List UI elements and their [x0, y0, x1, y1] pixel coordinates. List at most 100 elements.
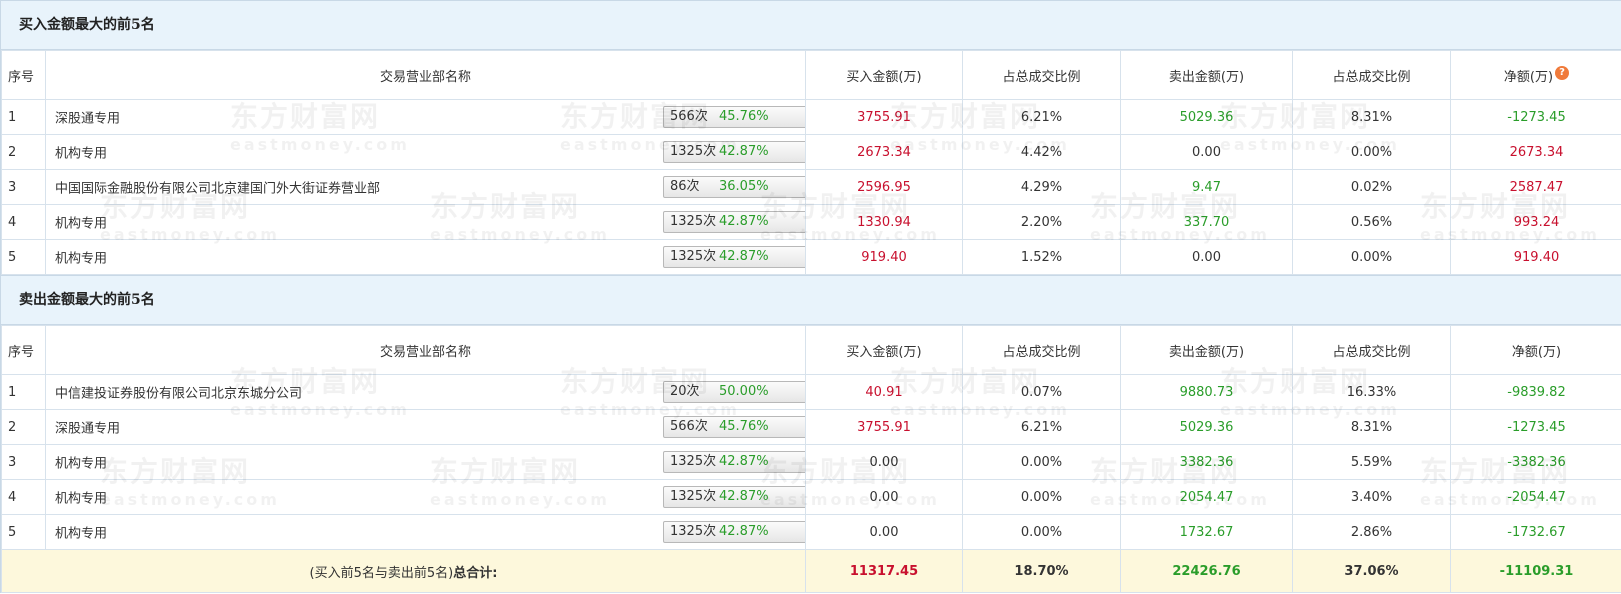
buy-table-header: 序号 交易营业部名称 买入金额(万) 占总成交比例 卖出金额(万) 占总成交比例… [1, 50, 1621, 100]
appearance-count: 1325次 [670, 214, 717, 229]
row-index: 2 [1, 134, 46, 170]
broker-name[interactable]: 机构专用 [55, 213, 107, 232]
net-amount: -1732.67 [1450, 514, 1621, 550]
header-buy-ratio: 占总成交比例 [962, 50, 1121, 100]
buy-ratio: 4.29% [962, 169, 1121, 205]
row-index: 1 [1, 374, 46, 410]
win-rate: 50.00% [719, 384, 769, 399]
broker-stats-button[interactable]: 1325次 42.87% [663, 141, 805, 163]
win-rate: 45.76% [719, 419, 769, 434]
broker-stats-button[interactable]: 1325次 42.87% [663, 486, 805, 508]
sell-amount: 0.00 [1120, 239, 1293, 275]
buy-amount: 2673.34 [805, 134, 963, 170]
row-index: 3 [1, 444, 46, 480]
appearance-count: 86次 [670, 179, 700, 194]
header-sell: 卖出金额(万) [1120, 50, 1293, 100]
sell-amount: 1732.67 [1120, 514, 1293, 550]
table-row: 2 机构专用 1325次 42.87% 2673.34 4.42% 0.00 0.00% 267… [1, 134, 1621, 170]
broker-stats-button[interactable]: 86次 36.05% [663, 176, 805, 198]
broker-name-cell: 中国国际金融股份有限公司北京建国门外大街证券营业部 86次 36.05% [45, 169, 806, 205]
appearance-count: 566次 [670, 419, 708, 434]
row-index: 5 [1, 514, 46, 550]
sell-amount: 337.70 [1120, 204, 1293, 240]
broker-name-cell: 机构专用 1325次 42.87% [45, 479, 806, 515]
sell-amount: 3382.36 [1120, 444, 1293, 480]
buy-ratio: 6.21% [962, 99, 1121, 135]
win-rate: 42.87% [719, 144, 769, 159]
broker-name-cell: 深股通专用 566次45.76%? [45, 99, 806, 135]
total-sell: 22426.76 [1120, 549, 1293, 593]
header-net: 净额(万)? [1450, 50, 1621, 100]
lhb-page: 买入金额最大的前5名 序号 交易营业部名称 买入金额(万) 占总成交比例 卖出金… [0, 0, 1621, 593]
buy-table: 序号 交易营业部名称 买入金额(万) 占总成交比例 卖出金额(万) 占总成交比例… [1, 50, 1621, 275]
header-sell-ratio: 占总成交比例 [1292, 325, 1451, 375]
table-row: 4 机构专用 1325次 42.87% 1330.94 2.20% 337.70 0.56% 9… [1, 204, 1621, 240]
header-buy: 买入金额(万) [805, 50, 963, 100]
sell-amount: 5029.36 [1120, 409, 1293, 445]
appearance-count: 566次 [670, 109, 708, 124]
sell-ratio: 3.40% [1292, 479, 1451, 515]
win-rate: 42.87% [719, 214, 769, 229]
sell-ratio: 5.59% [1292, 444, 1451, 480]
net-amount: 2587.47 [1450, 169, 1621, 205]
buy-amount: 919.40 [805, 239, 963, 275]
sell-ratio: 0.56% [1292, 204, 1451, 240]
broker-stats-button[interactable]: 1325次 42.87% [663, 521, 805, 543]
appearance-count: 20次 [670, 384, 700, 399]
header-buy: 买入金额(万) [805, 325, 963, 375]
table-row: 3 中国国际金融股份有限公司北京建国门外大街证券营业部 86次 36.05% 2596.… [1, 169, 1621, 205]
total-sell-ratio: 37.06% [1292, 549, 1451, 593]
sell-ratio: 16.33% [1292, 374, 1451, 410]
broker-name[interactable]: 中信建投证券股份有限公司北京东城分公司 [55, 383, 302, 402]
broker-name-cell: 深股通专用 566次 45.76% [45, 409, 806, 445]
broker-name[interactable]: 机构专用 [55, 453, 107, 472]
broker-stats-button[interactable]: 566次 45.76% [663, 416, 805, 438]
broker-name[interactable]: 机构专用 [55, 248, 107, 267]
broker-stats-button[interactable]: 1325次 42.87% [663, 211, 805, 233]
broker-stats-button[interactable]: 1325次 42.87% [663, 451, 805, 473]
broker-name[interactable]: 深股通专用 [55, 108, 120, 127]
help-question-icon[interactable]: ? [1555, 65, 1570, 80]
row-index: 3 [1, 169, 46, 205]
broker-name[interactable]: 机构专用 [55, 143, 107, 162]
win-rate: 42.87% [719, 524, 769, 539]
buy-ratio: 0.00% [962, 514, 1121, 550]
win-rate: 42.87% [719, 249, 769, 264]
broker-stats-button[interactable]: 20次50.00%? [663, 381, 805, 403]
sell-ratio: 8.31% [1292, 99, 1451, 135]
sell-table: 序号 交易营业部名称 买入金额(万) 占总成交比例 卖出金额(万) 占总成交比例… [1, 325, 1621, 593]
header-idx: 序号 [1, 50, 46, 100]
total-buy: 11317.45 [805, 549, 963, 593]
table-row: 3 机构专用 1325次 42.87% 0.00 0.00% 3382.36 5.59% -33… [1, 444, 1621, 480]
buy-amount: 3755.91 [805, 99, 963, 135]
broker-name-cell: 机构专用 1325次 42.87% [45, 134, 806, 170]
sell-table-body: 1中信建投证券股份有限公司北京东城分公司20次50.00%?40.910.07%… [1, 374, 1621, 550]
table-row: 5 机构专用 1325次 42.87% 0.00 0.00% 1732.67 2.86% -17… [1, 514, 1621, 550]
sell-table-header: 序号 交易营业部名称 买入金额(万) 占总成交比例 卖出金额(万) 占总成交比例… [1, 325, 1621, 375]
broker-name[interactable]: 深股通专用 [55, 418, 120, 437]
sell-ratio: 2.86% [1292, 514, 1451, 550]
total-label: (买入前5名与卖出前5名)总合计: [1, 549, 806, 593]
table-row: 5 机构专用 1325次 42.87% 919.40 1.52% 0.00 0.00% 919.… [1, 239, 1621, 275]
broker-stats-button[interactable]: 566次45.76%? [663, 106, 805, 128]
buy-amount: 1330.94 [805, 204, 963, 240]
buy-ratio: 1.52% [962, 239, 1121, 275]
net-amount: -1273.45 [1450, 409, 1621, 445]
net-amount: 2673.34 [1450, 134, 1621, 170]
broker-name[interactable]: 机构专用 [55, 523, 107, 542]
appearance-count: 1325次 [670, 524, 717, 539]
buy-section-title: 买入金额最大的前5名 [1, 0, 1621, 50]
buy-ratio: 6.21% [962, 409, 1121, 445]
appearance-count: 1325次 [670, 489, 717, 504]
broker-name[interactable]: 中国国际金融股份有限公司北京建国门外大街证券营业部 [55, 178, 380, 197]
broker-stats-button[interactable]: 1325次 42.87% [663, 246, 805, 268]
broker-name[interactable]: 机构专用 [55, 488, 107, 507]
buy-ratio: 0.07% [962, 374, 1121, 410]
net-amount: -3382.36 [1450, 444, 1621, 480]
sell-ratio: 0.02% [1292, 169, 1451, 205]
header-idx: 序号 [1, 325, 46, 375]
appearance-count: 1325次 [670, 144, 717, 159]
net-amount: -1273.45 [1450, 99, 1621, 135]
net-amount: 919.40 [1450, 239, 1621, 275]
header-sell-ratio: 占总成交比例 [1292, 50, 1451, 100]
